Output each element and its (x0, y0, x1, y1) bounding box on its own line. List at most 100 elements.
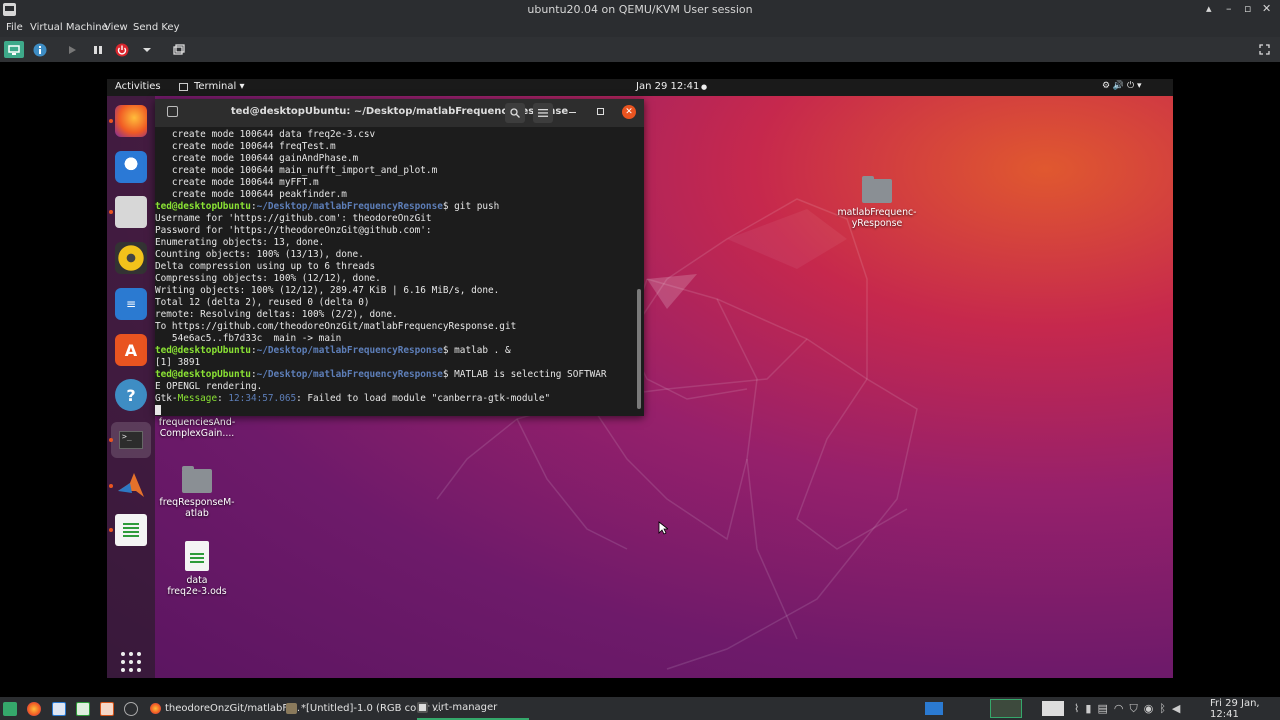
menu-view[interactable]: View (104, 22, 128, 33)
volume-icon[interactable]: ◀ (1172, 702, 1180, 715)
wifi-icon[interactable]: ◠ (1114, 702, 1124, 715)
host-menubar: File Virtual Machine View Send Key (0, 19, 1280, 37)
menu-send-key[interactable]: Send Key (133, 22, 180, 33)
running-indicator (109, 210, 113, 214)
terminal-line: Compressing objects: 100% (12/12), done. (155, 273, 381, 284)
fullscreen-icon[interactable] (1256, 41, 1273, 58)
workspace-1[interactable] (925, 697, 943, 720)
power-icon[interactable] (113, 41, 130, 58)
taskbar-item-virt-manager[interactable]: virt-manager (417, 697, 530, 720)
window-shade-button[interactable]: ▴ (1206, 2, 1212, 15)
prompt-command: $ matlab . & (442, 345, 511, 356)
run-icon[interactable] (63, 41, 80, 58)
menu-virtual-machine[interactable]: Virtual Machine (30, 22, 108, 33)
info-icon[interactable] (31, 41, 48, 58)
writer-launcher-icon[interactable] (52, 697, 66, 720)
writer-icon[interactable]: ≡ (115, 288, 147, 320)
workspace-2[interactable] (990, 697, 1022, 720)
help-icon[interactable]: ? (115, 379, 147, 411)
battery-icon[interactable]: ▮ (1085, 702, 1091, 715)
console-icon[interactable] (4, 41, 24, 58)
desktop-folder-freqResponseMatlab[interactable]: freqResponseM- atlab (152, 466, 242, 519)
activities-button[interactable]: Activities (115, 81, 161, 92)
prompt-command: $ MATLAB is selecting SOFTWAR (442, 369, 607, 380)
terminal-icon[interactable]: >_ (111, 422, 151, 458)
snapshot-icon[interactable] (170, 41, 187, 58)
start-menu-icon[interactable] (3, 697, 17, 720)
update-icon[interactable]: ◉ (1144, 702, 1154, 715)
terminal-prompt-line: ted@desktopUbuntu:~/Desktop/matlabFreque… (155, 201, 635, 213)
rhythmbox-icon[interactable] (115, 242, 147, 274)
terminal-line: To https://github.com/theodoreOnzGit/mat… (155, 321, 517, 332)
calc-launcher-icon[interactable] (76, 697, 90, 720)
running-indicator (109, 438, 113, 442)
prompt-path: ~/Desktop/matlabFrequencyResponse (256, 201, 443, 212)
spreadsheet-icon (185, 541, 209, 571)
thunderbird-icon[interactable] (115, 151, 147, 183)
system-status-menu[interactable]: ⚙ 🔊 ⏻ ▾ (1102, 81, 1142, 91)
terminal-line: Delta compression using up to 6 threads (155, 261, 376, 272)
vm-toolbar (0, 37, 1280, 62)
pause-icon[interactable] (89, 41, 106, 58)
dropdown-icon[interactable] (138, 41, 155, 58)
vm-screen[interactable]: Activities Terminal ▾ Jan 29 12:41 ● ⚙ 🔊… (107, 79, 1173, 678)
dock: ≡ A ? >_ (107, 96, 155, 678)
taskbar-item-firefox[interactable]: theodoreOnzGit/matlabFr... (150, 697, 300, 720)
show-apps-icon[interactable] (115, 646, 147, 678)
window-maximize-button[interactable]: ▫ (1244, 2, 1251, 15)
files-icon[interactable] (115, 196, 147, 228)
folder-icon (862, 176, 892, 203)
workspace-3[interactable] (1042, 697, 1064, 720)
gtk-sep: : (217, 393, 229, 404)
calc-icon[interactable] (115, 514, 147, 546)
settings-launcher-icon[interactable] (124, 697, 138, 720)
system-tray[interactable]: ⌇ ▮ ▤ ◠ ⛉ ◉ ᛒ ◀ (1074, 697, 1180, 720)
window-title: ubuntu20.04 on QEMU/KVM User session (527, 3, 753, 16)
terminal-line: create mode 100644 main_nufft_import_and… (155, 165, 438, 176)
terminal-prompt-line: ted@desktopUbuntu:~/Desktop/matlabFreque… (155, 345, 635, 357)
prompt-user: ted@desktopUbuntu (155, 201, 251, 212)
desktop-folder-matlabFrequencyResponse[interactable]: matlabFrequenc- yResponse (832, 176, 922, 229)
bluetooth-icon[interactable]: ᛒ (1159, 702, 1166, 715)
desktop-file-data-ods[interactable]: data freq2e-3.ods (152, 541, 242, 597)
terminal-line: create mode 100644 freqTest.m (155, 141, 336, 152)
window-minimize-button[interactable]: – (1226, 2, 1232, 15)
firefox-launcher-icon[interactable] (27, 697, 41, 720)
running-indicator (109, 528, 113, 532)
software-icon[interactable]: A (115, 334, 147, 366)
attachment-icon[interactable]: ⌇ (1074, 702, 1079, 715)
terminal-window[interactable]: ted@desktopUbuntu: ~/Desktop/matlabFrequ… (155, 99, 644, 416)
search-icon[interactable] (505, 103, 525, 123)
maximize-icon[interactable] (597, 108, 604, 115)
folder-icon (182, 466, 212, 493)
menu-file[interactable]: File (6, 22, 23, 33)
taskbar-clock[interactable]: Fri 29 Jan, 12:41 (1210, 697, 1280, 720)
prompt-command: $ git push (442, 201, 500, 212)
clipboard-icon[interactable]: ▤ (1097, 702, 1107, 715)
desktop-file-frequenciesAndComplexGain[interactable]: frequenciesAnd- ComplexGain.... (152, 417, 242, 439)
matlab-icon[interactable] (115, 470, 147, 502)
app-menu[interactable]: Terminal ▾ (194, 81, 244, 92)
terminal-headerbar: ted@desktopUbuntu: ~/Desktop/matlabFrequ… (155, 99, 644, 127)
terminal-scrollbar[interactable] (637, 289, 641, 409)
terminal-output[interactable]: create mode 100644 data freq2e-3.csv cre… (155, 129, 635, 415)
close-icon[interactable]: ✕ (622, 105, 636, 119)
impress-launcher-icon[interactable] (100, 697, 114, 720)
shield-icon[interactable]: ⛉ (1129, 702, 1137, 716)
terminal-prompt-line: ted@desktopUbuntu:~/Desktop/matlabFreque… (155, 369, 635, 381)
minimize-icon[interactable] (569, 112, 576, 113)
window-close-button[interactable]: ✕ (1262, 2, 1271, 15)
hamburger-menu-icon[interactable] (533, 103, 553, 123)
host-taskbar: theodoreOnzGit/matlabFr... *[Untitled]-1… (0, 697, 1280, 720)
host-titlebar: ubuntu20.04 on QEMU/KVM User session ▴ –… (0, 0, 1280, 19)
gtk-message-tag: Message (177, 393, 218, 404)
terminal-app-icon (179, 83, 188, 91)
gtk-text: : Failed to load module "canberra-gtk-mo… (296, 393, 551, 404)
terminal-line: Enumerating objects: 13, done. (155, 237, 325, 248)
desktop-icon-label: matlabFrequenc- yResponse (837, 207, 917, 229)
terminal-line: create mode 100644 peakfinder.m (155, 189, 347, 200)
terminal-line: create mode 100644 gainAndPhase.m (155, 153, 359, 164)
gtk-prefix: Gtk- (155, 393, 178, 404)
firefox-icon[interactable] (115, 105, 147, 137)
clock[interactable]: Jan 29 12:41 (636, 81, 699, 92)
